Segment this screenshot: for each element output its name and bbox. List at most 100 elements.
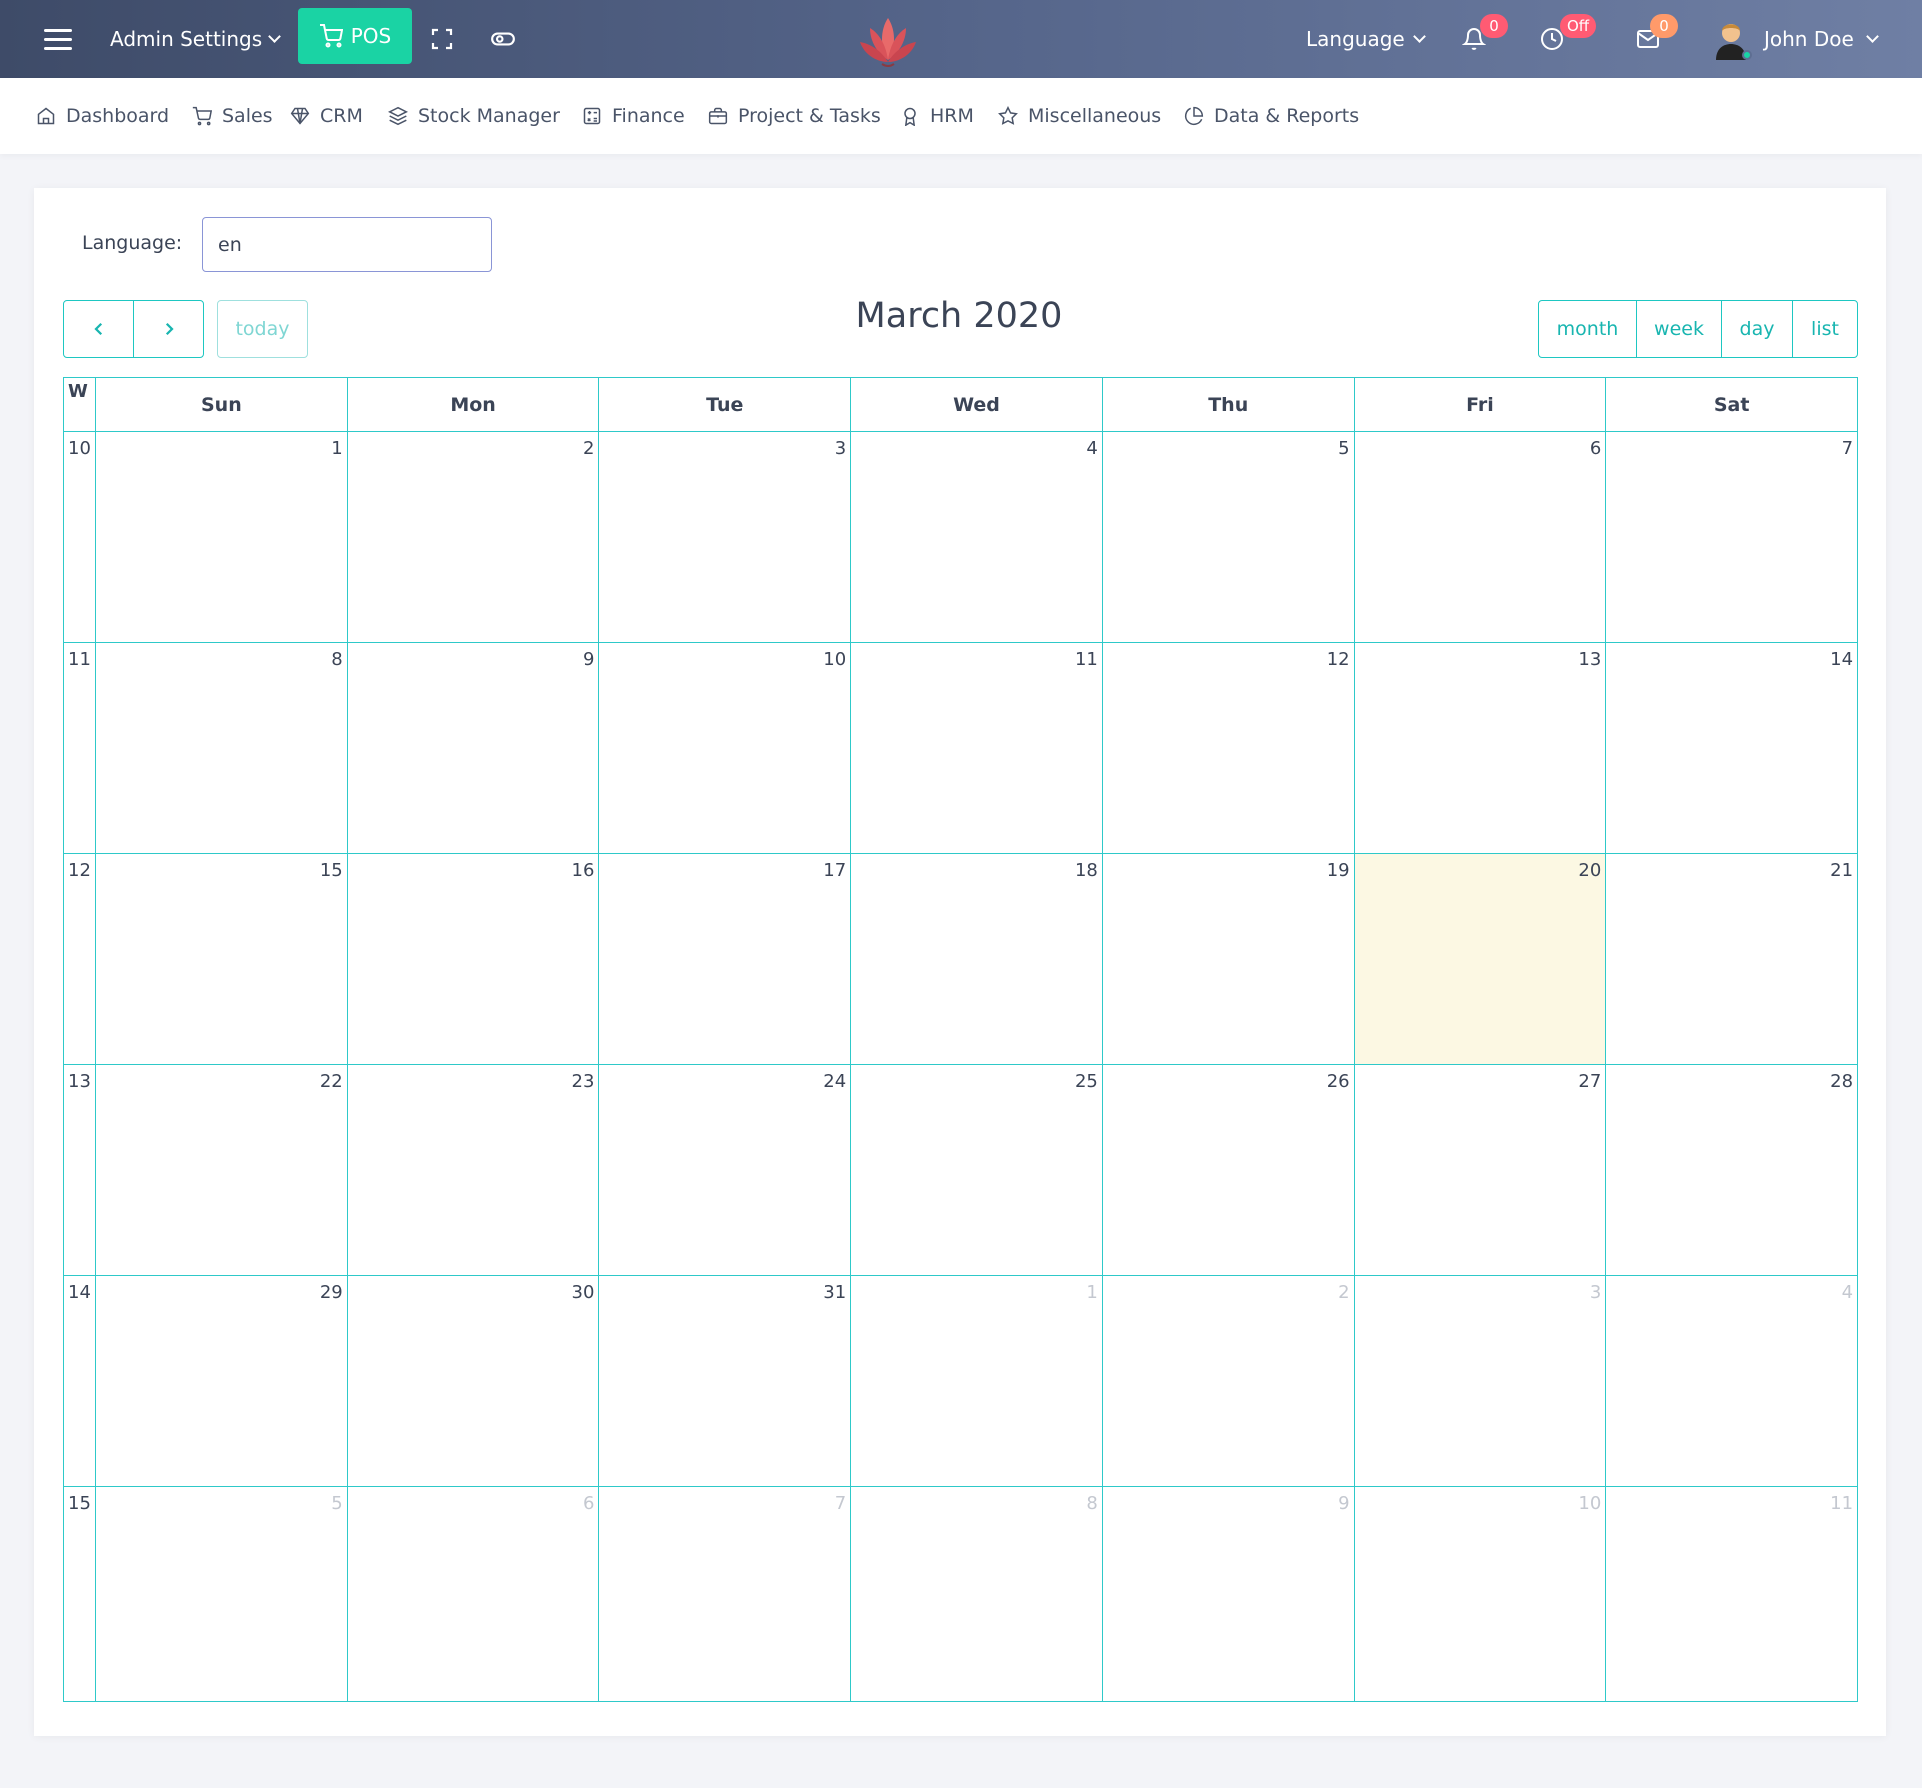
day-cell[interactable]: 10 [599,643,852,853]
nav-item-crm[interactable]: CRM [290,78,363,154]
week-number[interactable]: 14 [64,1276,96,1486]
admin-settings-dropdown[interactable]: Admin Settings [110,0,282,78]
calendar-body: 10 1 2 3 4 5 6 7 11 8 9 10 11 12 13 14 12 15 16 17 18 19 20 21 1… [64,432,1857,1701]
day-cell[interactable]: 19 [1103,854,1355,1064]
chevron-down-icon [1865,29,1879,43]
day-cell[interactable]: 2 [1103,1276,1355,1486]
day-cell[interactable]: 26 [1103,1065,1355,1275]
day-cell[interactable]: 29 [96,1276,348,1486]
prev-month-button[interactable] [63,300,134,358]
view-day-button[interactable]: day [1721,300,1793,358]
day-header-tue: Tue [599,378,852,431]
day-cell[interactable]: 13 [1355,643,1607,853]
week-number[interactable]: 11 [64,643,96,853]
day-cell[interactable]: 12 [1103,643,1355,853]
day-cell[interactable]: 3 [599,432,852,642]
day-cell[interactable]: 16 [348,854,600,1064]
day-cell[interactable]: 14 [1606,643,1857,853]
day-cell[interactable]: 28 [1606,1065,1857,1275]
day-cell-today[interactable]: 20 [1354,854,1607,1064]
calendar-title: March 2020 [855,296,1063,336]
view-list-button[interactable]: list [1792,300,1858,358]
week-row: 15 5 6 7 8 9 10 11 [64,1487,1857,1701]
award-icon [904,107,916,126]
week-row: 12 15 16 17 18 19 20 21 [64,854,1857,1065]
day-cell[interactable]: 11 [1606,1487,1857,1701]
day-cell[interactable]: 8 [96,643,348,853]
day-cell[interactable]: 24 [599,1065,852,1275]
day-cell[interactable]: 31 [599,1276,852,1486]
view-week-button[interactable]: week [1636,300,1722,358]
day-cell[interactable]: 18 [851,854,1103,1064]
day-cell[interactable]: 27 [1355,1065,1607,1275]
week-number-header: W [64,378,96,431]
calculator-icon [583,107,601,125]
main-nav: Dashboard Sales CRM Stock Manager Financ… [0,78,1922,154]
language-input[interactable] [202,217,492,272]
day-cell[interactable]: 22 [96,1065,348,1275]
nav-item-finance[interactable]: Finance [582,78,685,154]
today-button[interactable]: today [217,300,308,358]
day-cell[interactable]: 5 [1103,432,1355,642]
day-cell[interactable]: 1 [851,1276,1103,1486]
day-cell[interactable]: 6 [348,1487,600,1701]
nav-item-sales[interactable]: Sales [192,78,273,154]
menu-toggle-icon[interactable] [44,0,72,78]
week-number[interactable]: 12 [64,854,96,1064]
week-number[interactable]: 10 [64,432,96,642]
nav-item-dashboard[interactable]: Dashboard [36,78,169,154]
lotus-logo[interactable] [856,14,920,68]
day-cell[interactable]: 5 [96,1487,348,1701]
view-month-button[interactable]: month [1538,300,1637,358]
week-number[interactable]: 13 [64,1065,96,1275]
day-of-week-header: W Sun Mon Tue Wed Thu Fri Sat [64,378,1857,432]
user-menu[interactable]: John Doe [1712,0,1879,78]
nav-item-hrm[interactable]: HRM [900,78,974,154]
nav-item-stock-manager[interactable]: Stock Manager [388,78,560,154]
day-header-wed: Wed [851,378,1103,431]
day-cell[interactable]: 11 [851,643,1103,853]
nav-item-miscellaneous[interactable]: Miscellaneous [998,78,1161,154]
nav-label: Finance [612,105,685,127]
nav-item-data-reports[interactable]: Data & Reports [1184,78,1359,154]
day-cell[interactable]: 7 [599,1487,852,1701]
day-cell[interactable]: 8 [851,1487,1103,1701]
day-cell[interactable]: 7 [1606,432,1857,642]
day-cell[interactable]: 30 [348,1276,600,1486]
day-cell[interactable]: 9 [348,643,600,853]
pie-icon [1184,106,1204,126]
language-dropdown[interactable]: Language [1306,0,1426,78]
star-icon [998,106,1018,125]
day-cell[interactable]: 17 [599,854,852,1064]
day-cell[interactable]: 10 [1355,1487,1607,1701]
theme-toggle-icon[interactable] [490,0,516,78]
day-cell[interactable]: 4 [851,432,1103,642]
pos-button[interactable]: POS [298,8,412,64]
day-cell[interactable]: 6 [1355,432,1607,642]
chevron-down-icon [268,29,282,43]
day-cell[interactable]: 2 [348,432,600,642]
pos-label: POS [350,24,392,48]
nav-label: Sales [222,105,273,127]
week-row: 13 22 23 24 25 26 27 28 [64,1065,1857,1276]
next-month-button[interactable] [133,300,204,358]
day-cell[interactable]: 9 [1103,1487,1355,1701]
messages-button[interactable]: 0 [1636,0,1678,78]
nav-label: Data & Reports [1214,105,1360,127]
chevron-left-icon [93,322,102,336]
day-cell[interactable]: 4 [1606,1276,1857,1486]
day-cell[interactable]: 23 [348,1065,600,1275]
clock-button[interactable]: Off [1540,0,1597,78]
notifications-button[interactable]: 0 [1462,0,1508,78]
briefcase-icon [708,107,728,125]
clock-status-badge: Off [1560,14,1597,38]
day-cell[interactable]: 25 [851,1065,1103,1275]
week-number[interactable]: 15 [64,1487,96,1701]
fullscreen-icon[interactable] [430,0,454,78]
day-cell[interactable]: 21 [1606,854,1857,1064]
nav-label: Dashboard [66,105,170,127]
day-cell[interactable]: 3 [1355,1276,1607,1486]
day-cell[interactable]: 15 [96,854,348,1064]
nav-item-project-tasks[interactable]: Project & Tasks [708,78,881,154]
day-cell[interactable]: 1 [96,432,348,642]
